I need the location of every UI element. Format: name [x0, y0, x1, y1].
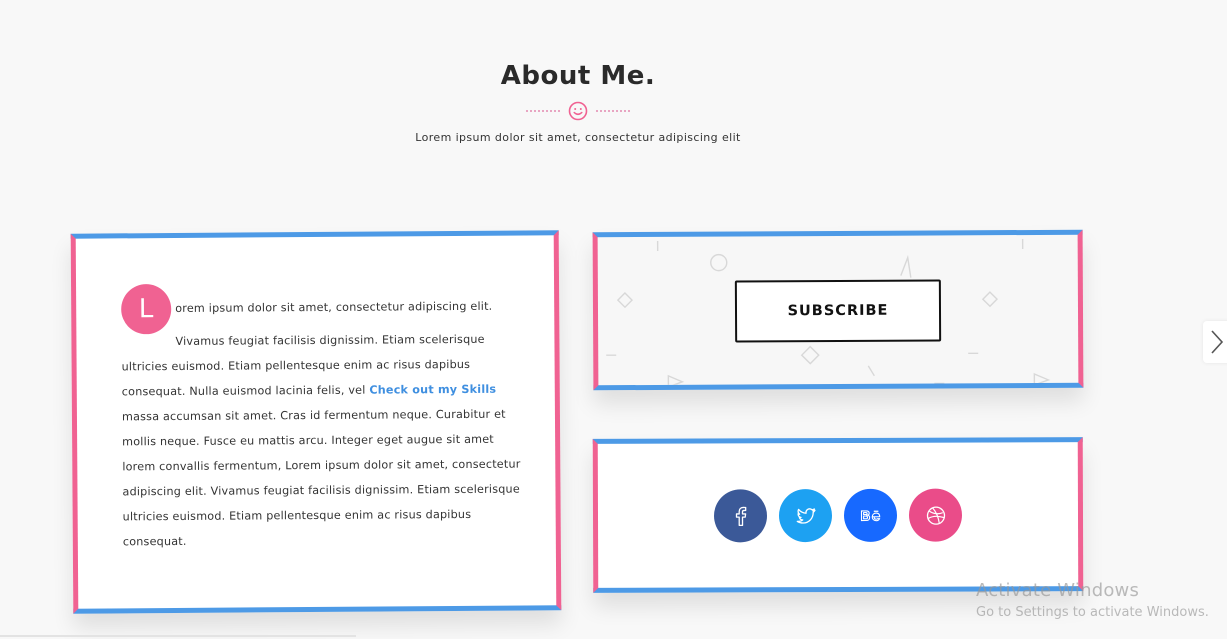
watermark-subtitle: Go to Settings to activate Windows. — [976, 605, 1209, 620]
dropcap: L — [121, 284, 172, 335]
facebook-icon — [735, 506, 746, 526]
smiley-icon — [568, 101, 588, 121]
about-paragraph-end: massa accumsan sit amet. Cras id ferment… — [121, 407, 521, 549]
behance-button[interactable] — [843, 488, 898, 542]
title-divider — [0, 99, 1156, 123]
twitter-button[interactable] — [778, 489, 833, 543]
activation-watermark: Activate Windows Go to Settings to activ… — [976, 580, 1209, 624]
about-first-line: orem ipsum dolor sit amet, consectetur a… — [175, 299, 493, 315]
twitter-icon — [796, 507, 816, 524]
watermark-title: Activate Windows — [976, 580, 1140, 601]
social-card — [592, 437, 1084, 593]
subscribe-button[interactable]: SUBSCRIBE — [734, 279, 942, 343]
subscribe-card: SUBSCRIBE — [592, 229, 1084, 391]
section-header: About Me. Lorem ipsum dolor sit amet, co… — [0, 55, 1156, 144]
about-text: L orem ipsum dolor sit amet, consectetur… — [121, 282, 523, 555]
next-arrow-button[interactable] — [1203, 321, 1227, 363]
facebook-button[interactable] — [713, 489, 768, 543]
dribbble-icon — [926, 506, 945, 525]
behance-icon — [860, 509, 880, 521]
page-title: About Me. — [500, 61, 656, 91]
section-subtitle: Lorem ipsum dolor sit amet, consectetur … — [415, 131, 741, 144]
dribbble-button[interactable] — [908, 488, 963, 542]
bottom-divider — [0, 635, 356, 637]
divider-dots-right — [596, 110, 630, 112]
page: About Me. Lorem ipsum dolor sit amet, co… — [0, 0, 1227, 639]
social-links — [713, 488, 963, 543]
divider-dots-left — [526, 110, 560, 112]
check-skills-link[interactable]: Check out my Skills — [369, 383, 496, 397]
about-card: L orem ipsum dolor sit amet, consectetur… — [70, 230, 562, 614]
chevron-right-icon — [1211, 330, 1224, 354]
